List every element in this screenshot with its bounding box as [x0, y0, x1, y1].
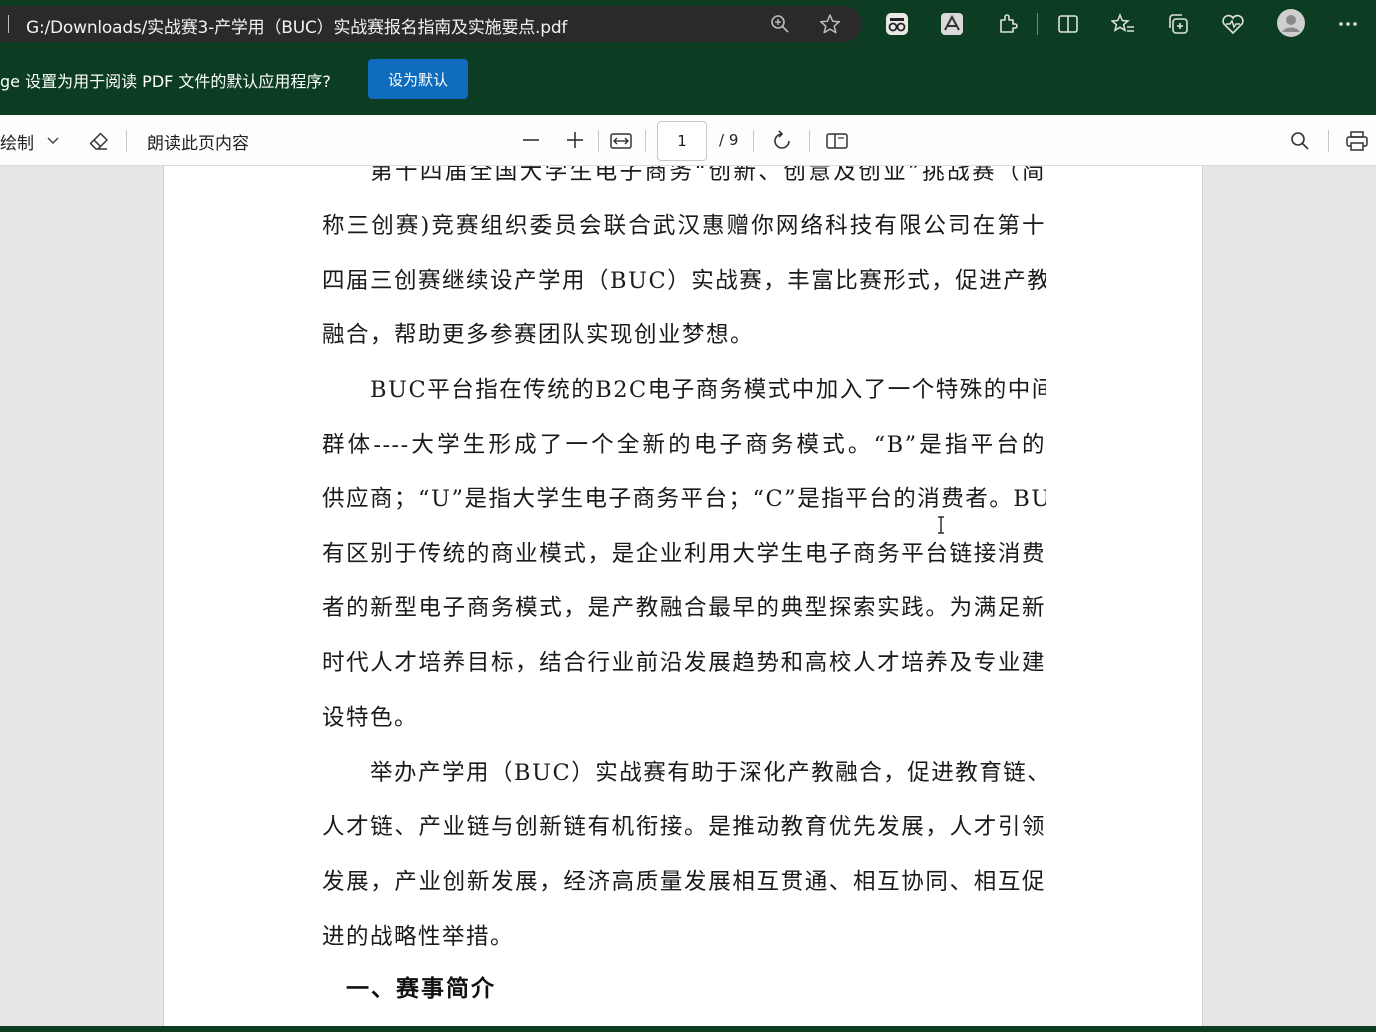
collections-icon[interactable]: [1165, 11, 1191, 37]
doc-line: 有区别于传统的商业模式，是企业利用大学生电子商务平台链接消费: [322, 541, 1046, 567]
address-divider: [8, 15, 9, 33]
zoom-out-icon[interactable]: [519, 128, 543, 152]
pdf-toolbar: 绘制 朗读此页内容 1 / 9: [0, 115, 1376, 166]
set-default-button[interactable]: 设为默认: [368, 59, 468, 99]
draw-tool-label[interactable]: 绘制: [0, 129, 34, 154]
toolbar-divider: [645, 130, 646, 152]
search-icon[interactable]: [1287, 128, 1313, 154]
doc-line: 群体----大学生形成了一个全新的电子商务模式。“B”是指平台的: [322, 432, 1046, 458]
address-bar[interactable]: G:/Downloads/实战赛3-产学用（BUC）实战赛报名指南及实施要点.p…: [0, 6, 862, 42]
toolbar-divider: [809, 130, 810, 152]
doc-line: 人才链、产业链与创新链有机衔接。是推动教育优先发展，人才引领: [322, 814, 1046, 840]
zoom-in-icon[interactable]: [563, 128, 587, 152]
doc-line: 发展，产业创新发展，经济高质量发展相互贯通、相互协同、相互促: [322, 869, 1046, 895]
draw-dropdown-chevron-icon[interactable]: [44, 133, 62, 149]
eraser-icon[interactable]: [86, 128, 112, 154]
doc-line: 四届三创赛继续设产学用（BUC）实战赛，丰富比赛形式，促进产教: [322, 268, 1046, 294]
page-view-icon[interactable]: [824, 128, 850, 154]
address-text[interactable]: G:/Downloads/实战赛3-产学用（BUC）实战赛报名指南及实施要点.p…: [26, 13, 567, 38]
doc-line: 举办产学用（BUC）实战赛有助于深化产教融合，促进教育链、: [370, 760, 1046, 786]
doc-line: 进的战略性举措。: [322, 924, 515, 950]
page-total: / 9: [719, 131, 739, 149]
toolbar-divider: [753, 130, 754, 152]
extensions-icon[interactable]: [995, 11, 1021, 37]
text-cursor-icon: [937, 516, 945, 534]
doc-line: 时代人才培养目标，结合行业前沿发展趋势和高校人才培养及专业建: [322, 650, 1046, 676]
window-bottom-border: [0, 1026, 1376, 1032]
browser-top-bar: G:/Downloads/实战赛3-产学用（BUC）实战赛报名指南及实施要点.p…: [0, 0, 1376, 47]
toolbar-divider: [1328, 130, 1329, 152]
default-app-infobar: ge 设置为用于阅读 PDF 文件的默认应用程序? 设为默认: [0, 47, 1376, 115]
split-screen-icon[interactable]: [1055, 11, 1081, 37]
favorites-icon[interactable]: [1110, 11, 1136, 37]
fit-width-icon[interactable]: [608, 128, 634, 154]
toolbar-divider: [598, 130, 599, 152]
pdf-viewer[interactable]: 第十四届全国大学生电子商务“创新、创意及创业”挑战赛（简 称三创赛)竞赛组织委员…: [0, 166, 1376, 1026]
doc-line: 设特色。: [322, 705, 419, 731]
more-menu-icon[interactable]: [1335, 11, 1361, 37]
rotate-icon[interactable]: [769, 128, 795, 154]
doc-line: 融合，帮助更多参赛团队实现创业梦想。: [322, 322, 755, 348]
toolbar-divider: [1037, 13, 1038, 35]
profile-avatar-icon[interactable]: [1276, 8, 1306, 38]
pdf-page[interactable]: 第十四届全国大学生电子商务“创新、创意及创业”挑战赛（简 称三创赛)竞赛组织委员…: [163, 166, 1203, 1026]
doc-line: 称三创赛)竞赛组织委员会联合武汉惠赠你网络科技有限公司在第十: [322, 213, 1046, 239]
read-aloud-button[interactable]: 朗读此页内容: [147, 129, 249, 154]
acrobat-icon[interactable]: [939, 11, 965, 37]
doc-line: 供应商；“U”是指大学生电子商务平台；“C”是指平台的消费者。BUC: [322, 486, 1046, 512]
section-heading: 一、赛事简介: [346, 976, 496, 1002]
toolbar-divider: [126, 130, 127, 152]
print-icon[interactable]: [1344, 128, 1370, 154]
favorite-star-icon[interactable]: [818, 13, 842, 35]
infobar-message: ge 设置为用于阅读 PDF 文件的默认应用程序?: [0, 72, 331, 91]
extension-glasses-icon[interactable]: [884, 11, 910, 37]
page-number-input[interactable]: 1: [657, 121, 707, 161]
zoom-icon[interactable]: [768, 13, 792, 35]
doc-line: 者的新型电子商务模式，是产教融合最早的典型探索实践。为满足新: [322, 595, 1046, 621]
doc-line: 第十四届全国大学生电子商务“创新、创意及创业”挑战赛（简: [370, 166, 1046, 185]
browser-essentials-icon[interactable]: [1220, 11, 1246, 37]
doc-line: BUC平台指在传统的B2C电子商务模式中加入了一个特殊的中间: [370, 377, 1046, 403]
